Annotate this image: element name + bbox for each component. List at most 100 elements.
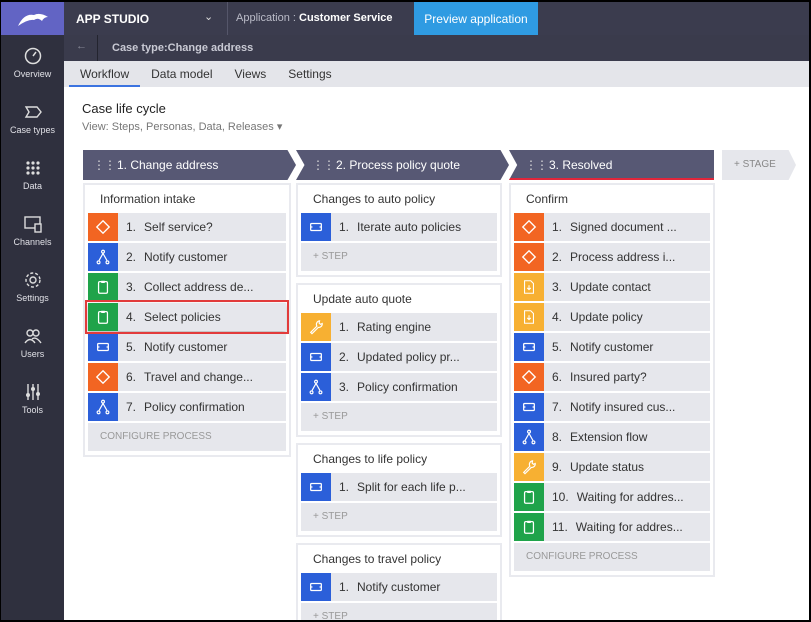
add-stage-button[interactable]: + STAGE [722,150,796,180]
process-title[interactable]: Update auto quote [301,289,497,313]
application-label: Application : [236,12,296,24]
application-selector[interactable]: Application : Customer Service [236,12,393,24]
step-row[interactable]: 11. Waiting for addres... [514,513,710,541]
process-title[interactable]: Information intake [88,189,286,213]
sidebar-item-label: Tools [21,405,43,415]
view-selector[interactable]: View: Steps, Personas, Data, Releases ▾ [82,120,282,133]
grid-icon [25,161,40,175]
step-row[interactable]: 2. Notify customer [88,243,286,271]
diamond-step-badge [514,243,544,271]
sidebar-item-tools[interactable]: Tools [1,371,64,427]
case-type-icon [24,106,42,118]
step-row[interactable]: 1. Iterate auto policies [301,213,497,241]
subprocess-step-badge [514,393,544,421]
sidebar-item-settings[interactable]: Settings [1,259,64,315]
diamond-icon [95,219,111,235]
step-row[interactable]: 5. Notify customer [88,333,286,361]
process-title[interactable]: Confirm [514,189,710,213]
chevron-down-icon[interactable]: ⌄ [204,10,213,23]
sidebar-item-case-types[interactable]: Case types [1,91,64,147]
step-row[interactable]: 1. Notify customer [301,573,497,601]
step-label: Waiting for addres... [576,490,684,504]
diamond-step-badge [88,213,118,241]
step-row[interactable]: 6. Travel and change... [88,363,286,391]
step-label: Update policy [570,310,643,324]
step-row[interactable]: 3. Collect address de... [88,273,286,301]
add-step-button[interactable]: + STEP [301,603,497,620]
step-row[interactable]: 4. Select policies [85,300,289,334]
step-row[interactable]: 1. Rating engine [301,313,497,341]
tab-settings[interactable]: Settings [277,61,342,87]
step-number: 1. [339,480,350,494]
step-row[interactable]: 1. Self service? [88,213,286,241]
step-row[interactable]: 1. Split for each life p... [301,473,497,501]
process-card: Update auto quote 1. Rating engine 2. Update… [296,283,502,437]
step-row[interactable]: 4. Update policy [514,303,710,331]
add-step-button[interactable]: + STEP [301,503,497,531]
fork-step-badge [88,243,118,271]
step-row[interactable]: 2. Updated policy pr... [301,343,497,371]
sidebar-item-label: Users [20,349,45,359]
process-title[interactable]: Changes to life policy [301,449,497,473]
preview-application-button[interactable]: Preview application [414,2,538,35]
step-row[interactable]: 9. Update status [514,453,710,481]
stage-column: Changes to auto policy 1. Iterate auto pol… [296,183,502,620]
clipboard-step-badge [514,483,544,511]
step-row[interactable]: 8. Extension flow [514,423,710,451]
step-row[interactable]: 3. Update contact [514,273,710,301]
back-arrow-icon[interactable]: ← [76,40,87,52]
tab-views[interactable]: Views [224,61,278,87]
step-row[interactable]: 5. Notify customer [514,333,710,361]
tab-workflow[interactable]: Workflow [69,61,141,87]
step-label: Travel and change... [144,370,253,384]
stage-header[interactable]: ⋮⋮ 3. Resolved [509,150,714,180]
add-step-button[interactable]: + STEP [301,403,497,431]
step-row[interactable]: 10. Waiting for addres... [514,483,710,511]
tab-data-model[interactable]: Data model [140,61,223,87]
step-label: Waiting for addres... [575,520,683,534]
step-number: 9. [552,460,563,474]
stage-column: Confirm 1. Signed document ... 2. Process ad… [509,183,715,583]
step-row[interactable]: 2. Process address i... [514,243,710,271]
drag-handle-icon[interactable]: ⋮⋮ [525,158,548,172]
add-step-button[interactable]: + STEP [301,243,497,271]
users-icon [23,329,42,344]
subprocess-step-badge [88,333,118,361]
step-label: Select policies [144,310,221,324]
step-row[interactable]: 6. Insured party? [514,363,710,391]
sidebar-item-label: Data [22,181,42,191]
step-number: 3. [339,380,350,394]
step-number: 3. [552,280,563,294]
step-row[interactable]: 3. Policy confirmation [301,373,497,401]
process-card: Confirm 1. Signed document ... 2. Process ad… [509,183,715,577]
drag-handle-icon[interactable]: ⋮⋮ [93,158,116,172]
fork-icon [96,249,110,265]
stage-header[interactable]: ⋮⋮ 2. Process policy quote [296,150,509,180]
subprocess-step-badge [301,213,331,241]
sidebar-item-overview[interactable]: Overview [1,35,64,91]
step-label: Iterate auto policies [357,220,462,234]
app-window: APP STUDIO ⌄ Application : Customer Serv… [1,2,809,620]
subprocess-icon [310,352,322,362]
step-number: 5. [126,340,137,354]
step-row[interactable]: 1. Signed document ... [514,213,710,241]
sidebar-item-label: Channels [13,237,52,247]
step-row[interactable]: 7. Notify insured cus... [514,393,710,421]
process-title[interactable]: Changes to auto policy [301,189,497,213]
stage-header[interactable]: ⋮⋮ 1. Change address [83,150,296,180]
sidebar-item-data[interactable]: Data [1,147,64,203]
app-studio-label: APP STUDIO [76,12,150,26]
step-row[interactable]: 7. Policy confirmation [88,393,286,421]
configure-process-button[interactable]: CONFIGURE PROCESS [88,423,286,451]
configure-process-button[interactable]: CONFIGURE PROCESS [514,543,710,571]
process-title[interactable]: Changes to travel policy [301,549,497,573]
subprocess-step-badge [301,573,331,601]
step-number: 2. [126,250,137,264]
gear-icon [24,272,41,288]
sidebar-item-users[interactable]: Users [1,315,64,371]
sidebar-item-channels[interactable]: Channels [1,203,64,259]
fork-icon [96,399,110,415]
drag-handle-icon[interactable]: ⋮⋮ [312,158,335,172]
subprocess-step-badge [301,473,331,501]
pega-logo[interactable] [1,2,64,35]
